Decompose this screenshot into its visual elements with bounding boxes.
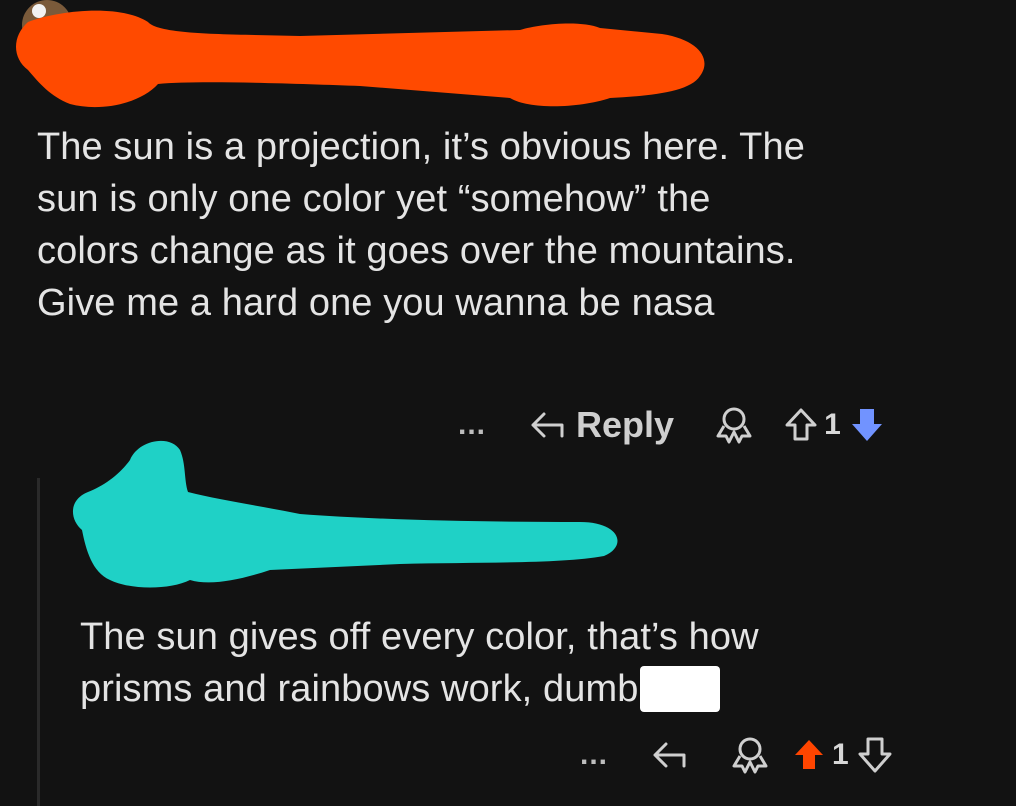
reply-arrow-icon[interactable] xyxy=(650,738,690,772)
award-icon[interactable] xyxy=(728,734,772,776)
comment-2-body: The sun gives off every color, that’s ho… xyxy=(80,611,980,715)
comment-1-header xyxy=(0,0,1016,110)
vote-count: 1 xyxy=(832,738,849,771)
comment-2-line-1: The sun gives off every color, that’s ho… xyxy=(80,616,759,658)
comment-2-line-2-text: prisms and rainbows work, dumb xyxy=(80,668,639,710)
comment-2-actions: ... 1 xyxy=(580,730,893,780)
comment-1-line-4: Give me a hard one you wanna be nasa xyxy=(37,282,715,324)
award-icon[interactable] xyxy=(712,404,756,446)
comment-1-line-2: sun is only one color yet “somehow” the xyxy=(37,178,711,220)
comment-1-line-1: The sun is a projection, it’s obvious he… xyxy=(37,126,805,168)
comment-1-line-3: colors change as it goes over the mounta… xyxy=(37,230,796,272)
upvote-icon[interactable] xyxy=(792,737,826,773)
vote-count: 1 xyxy=(824,408,841,441)
downvote-icon[interactable] xyxy=(857,736,893,774)
username-redaction xyxy=(72,440,618,588)
comment-1-body: The sun is a projection, it’s obvious he… xyxy=(37,121,1007,329)
comment-2-line-2: prisms and rainbows work, dumb xyxy=(80,663,980,715)
username-redaction xyxy=(16,10,705,108)
censor-box xyxy=(640,666,721,712)
more-options-button[interactable]: ... xyxy=(580,738,608,772)
comment-2-header xyxy=(60,430,660,600)
thread-line[interactable] xyxy=(37,478,40,806)
upvote-icon[interactable] xyxy=(784,407,818,443)
downvote-icon[interactable] xyxy=(849,406,885,444)
